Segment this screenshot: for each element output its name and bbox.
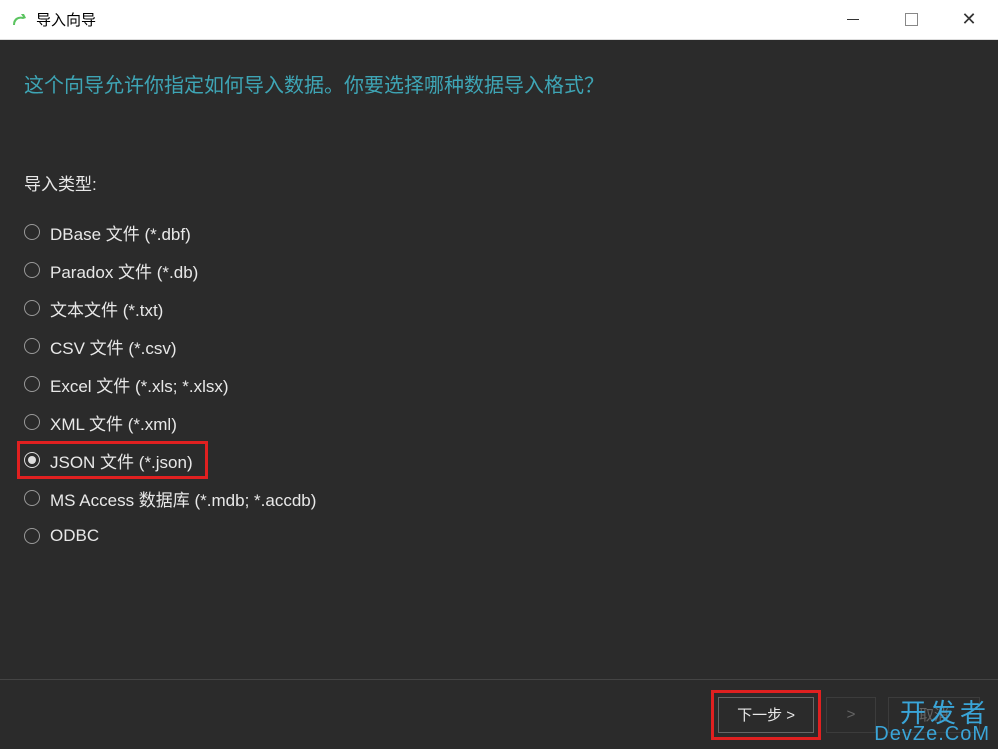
radio-label: XML 文件 (*.xml)	[50, 410, 177, 435]
radio-circle-icon	[24, 338, 40, 354]
wizard-footer: 下一步 > > 取消	[0, 679, 998, 749]
radio-label: DBase 文件 (*.dbf)	[50, 220, 191, 245]
titlebar: 导入向导 ✕	[0, 0, 998, 40]
import-type-radio-list: DBase 文件 (*.dbf) Paradox 文件 (*.db) 文本文件 (*…	[24, 213, 974, 555]
radio-option-2[interactable]: 文本文件 (*.txt)	[24, 289, 974, 327]
radio-option-5[interactable]: XML 文件 (*.xml)	[24, 403, 974, 441]
cancel-button[interactable]: 取消	[888, 697, 980, 733]
radio-option-6[interactable]: JSON 文件 (*.json)	[17, 441, 208, 479]
radio-option-7[interactable]: MS Access 数据库 (*.mdb; *.accdb)	[24, 479, 974, 517]
radio-option-3[interactable]: CSV 文件 (*.csv)	[24, 327, 974, 365]
radio-circle-icon	[24, 262, 40, 278]
radio-label: CSV 文件 (*.csv)	[50, 334, 177, 359]
radio-label: MS Access 数据库 (*.mdb; *.accdb)	[50, 486, 316, 511]
radio-label: Excel 文件 (*.xls; *.xlsx)	[50, 372, 229, 397]
maximize-button[interactable]	[882, 0, 940, 39]
radio-circle-icon	[24, 528, 40, 544]
radio-circle-icon	[24, 376, 40, 392]
wizard-header-text: 这个向导允许你指定如何导入数据。你要选择哪种数据导入格式？	[24, 72, 974, 100]
radio-option-4[interactable]: Excel 文件 (*.xls; *.xlsx)	[24, 365, 974, 403]
radio-option-0[interactable]: DBase 文件 (*.dbf)	[24, 213, 974, 251]
radio-label: ODBC	[50, 526, 99, 546]
radio-circle-icon	[24, 414, 40, 430]
minimize-button[interactable]	[824, 0, 882, 39]
window-controls: ✕	[824, 0, 998, 39]
window-title: 导入向导	[36, 9, 824, 30]
radio-circle-icon	[24, 452, 40, 468]
close-button[interactable]: ✕	[940, 0, 998, 39]
radio-option-8[interactable]: ODBC	[24, 517, 974, 555]
app-icon	[10, 11, 28, 29]
radio-circle-icon	[24, 490, 40, 506]
next-button[interactable]: 下一步 >	[718, 697, 814, 733]
radio-label: Paradox 文件 (*.db)	[50, 258, 198, 283]
radio-option-1[interactable]: Paradox 文件 (*.db)	[24, 251, 974, 289]
wizard-content: 这个向导允许你指定如何导入数据。你要选择哪种数据导入格式？ 导入类型: DBas…	[0, 40, 998, 679]
radio-circle-icon	[24, 224, 40, 240]
radio-circle-icon	[24, 300, 40, 316]
partial-button[interactable]: >	[826, 697, 876, 733]
radio-label: 文本文件 (*.txt)	[50, 296, 163, 321]
radio-label: JSON 文件 (*.json)	[50, 448, 193, 473]
import-type-label: 导入类型:	[24, 170, 974, 195]
